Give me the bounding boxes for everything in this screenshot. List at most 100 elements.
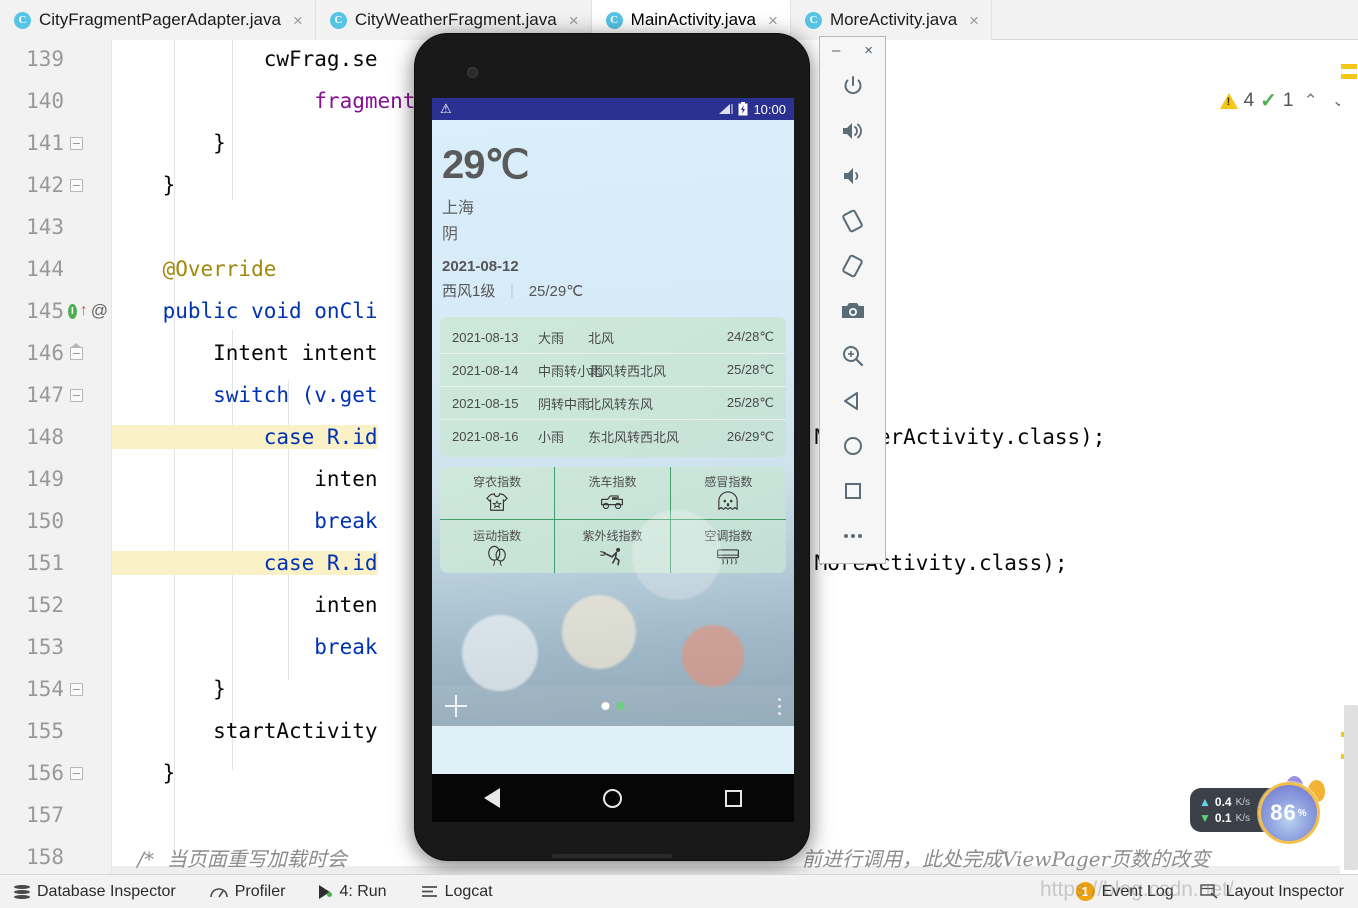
forecast-temp: 26/29℃	[727, 429, 774, 445]
code-line: inten	[112, 593, 378, 617]
prev-problem-icon[interactable]: ⌃	[1300, 91, 1322, 111]
runner-icon	[599, 545, 625, 567]
run-gutter-icon[interactable]: I	[68, 304, 77, 319]
wind-and-range: 西风1级 ｜ 25/29℃	[442, 280, 794, 301]
home-icon[interactable]	[831, 423, 875, 468]
index-cell-carwash[interactable]: 洗车指数	[555, 467, 670, 520]
android-status-bar: ⚠ 10:00	[432, 98, 794, 120]
forecast-temp: 25/28℃	[727, 395, 774, 411]
volume-down-icon[interactable]	[831, 153, 875, 198]
battery-icon	[738, 102, 748, 116]
line-number: 157	[0, 794, 64, 836]
emulator-screen[interactable]: ⚠ 10:00 29℃ 上海	[432, 98, 794, 774]
more-icon[interactable]	[831, 513, 875, 558]
battery-percent-badge[interactable]: 86 %	[1258, 782, 1320, 844]
back-icon[interactable]	[484, 788, 500, 808]
page-dot[interactable]	[617, 702, 625, 710]
close-icon[interactable]: ×	[864, 42, 873, 59]
close-icon[interactable]: ×	[569, 12, 579, 29]
emulator-device-frame: ⚠ 10:00 29℃ 上海	[414, 33, 810, 861]
tab-city-fragment-pager-adapter[interactable]: C CityFragmentPagerAdapter.java ×	[0, 0, 316, 40]
volume-up-icon[interactable]	[831, 108, 875, 153]
home-icon[interactable]	[603, 789, 622, 808]
code-line: public void onCli	[112, 299, 378, 323]
code-line: Intent intent	[112, 341, 378, 365]
rotate-left-icon[interactable]	[831, 198, 875, 243]
back-icon[interactable]	[831, 378, 875, 423]
line-number: 151	[0, 542, 64, 584]
overflow-menu-icon[interactable]	[778, 698, 781, 715]
temperature-range: 25/29℃	[529, 283, 583, 300]
editor-scrollbar[interactable]	[1340, 40, 1358, 874]
index-label: 感冒指数	[704, 473, 752, 490]
status-layout-inspector[interactable]: Layout Inspector	[1200, 883, 1344, 901]
weather-screen[interactable]: 29℃ 上海 阴 2021-08-12 西风1级 ｜ 25/29℃ 2021-0…	[432, 120, 794, 726]
scroll-marker-warning[interactable]	[1341, 64, 1357, 69]
recents-icon[interactable]	[831, 468, 875, 513]
status-database-inspector[interactable]: Database Inspector	[14, 883, 176, 901]
override-arrow-icon[interactable]: ↑	[80, 302, 88, 320]
close-icon[interactable]: ×	[293, 12, 303, 29]
java-class-icon: C	[606, 12, 623, 29]
tab-more-activity[interactable]: C MoreActivity.java ×	[791, 0, 992, 40]
status-event-log[interactable]: 1 Event Log	[1076, 882, 1174, 901]
scrollbar-thumb[interactable]	[1344, 705, 1358, 870]
zoom-icon[interactable]	[831, 333, 875, 378]
line-number: 142	[0, 164, 64, 206]
rotate-right-icon[interactable]	[831, 243, 875, 288]
fold-marker[interactable]	[70, 683, 83, 696]
index-cell-clothing[interactable]: 穿衣指数	[440, 467, 555, 520]
code-line: }	[112, 761, 175, 785]
recents-icon[interactable]	[725, 790, 742, 807]
status-profiler[interactable]: Profiler	[210, 883, 286, 901]
code-line: case R.id	[112, 425, 378, 449]
fold-marker[interactable]	[70, 347, 83, 360]
ghost-icon	[715, 491, 741, 513]
inspection-widget[interactable]: 4 ✓ 1 ⌃ ⌄	[1220, 90, 1350, 112]
status-time: 10:00	[753, 102, 786, 117]
scroll-marker-warning[interactable]	[1341, 74, 1357, 79]
index-label: 穿衣指数	[473, 473, 521, 490]
forecast-row[interactable]: 2021-08-15 阴转中雨 北风转东风 25/28℃	[440, 387, 786, 420]
code-line: case R.id	[112, 551, 378, 575]
page-indicator	[602, 702, 625, 710]
profiler-icon	[210, 885, 228, 899]
decorative-bokeh	[462, 615, 538, 691]
forecast-row[interactable]: 2021-08-16 小雨 东北风转西北风 26/29℃	[440, 420, 786, 453]
fold-marker[interactable]	[70, 179, 83, 192]
minimize-icon[interactable]: –	[832, 42, 840, 59]
forecast-row[interactable]: 2021-08-14 中雨转小雨 北风转西北风 25/28℃	[440, 354, 786, 387]
close-icon[interactable]: ×	[768, 12, 778, 29]
line-number: 149	[0, 458, 64, 500]
status-label: Database Inspector	[37, 883, 176, 901]
line-number: 150	[0, 500, 64, 542]
code-line: break	[112, 635, 378, 659]
forecast-row[interactable]: 2021-08-13 大雨 北风 24/28℃	[440, 321, 786, 354]
fold-marker[interactable]	[70, 137, 83, 150]
fold-marker[interactable]	[70, 389, 83, 402]
tab-label: CityWeatherFragment.java	[355, 10, 557, 30]
status-run[interactable]: 4: Run	[319, 883, 386, 901]
tshirt-icon	[484, 491, 510, 513]
page-dot-active[interactable]	[602, 702, 610, 710]
power-icon[interactable]	[831, 63, 875, 108]
code-line: startActivity	[112, 719, 378, 743]
fold-marker[interactable]	[70, 767, 83, 780]
camera-icon[interactable]	[831, 288, 875, 333]
line-number: 146	[0, 332, 64, 374]
forecast-date: 2021-08-14	[452, 363, 538, 378]
close-icon[interactable]: ×	[969, 12, 979, 29]
status-label: Profiler	[235, 883, 286, 901]
wind-level: 西风1级	[442, 283, 495, 300]
ide-status-bar: Database Inspector Profiler 4: Run Logca…	[0, 874, 1358, 908]
city-name: 上海	[442, 194, 794, 218]
line-number: 154	[0, 668, 64, 710]
life-index-card: 穿衣指数 洗车指数	[440, 467, 786, 573]
status-logcat[interactable]: Logcat	[421, 883, 493, 901]
forecast-date: 2021-08-13	[452, 330, 538, 345]
forecast-date: 2021-08-16	[452, 429, 538, 444]
warning-icon	[1220, 93, 1238, 109]
index-cell-sport[interactable]: 运动指数	[440, 520, 555, 573]
add-city-icon[interactable]	[445, 695, 467, 717]
network-speed-widget[interactable]: ▲ 0.4 K/s ▼ 0.1 K/s 86 %	[1190, 782, 1310, 836]
